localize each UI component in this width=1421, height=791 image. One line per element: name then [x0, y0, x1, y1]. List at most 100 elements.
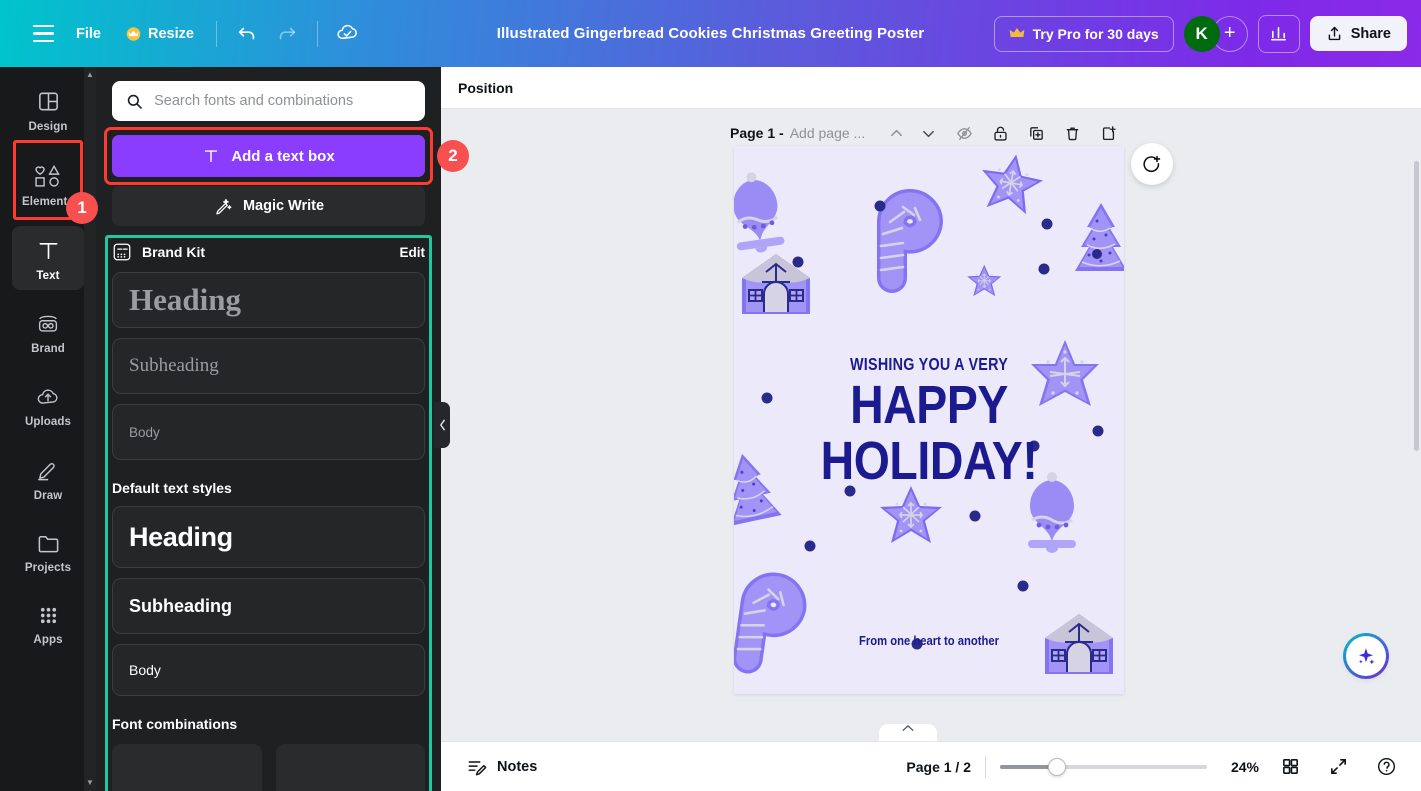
help-circle-icon: [1376, 756, 1397, 777]
rail-item-projects[interactable]: Projects: [12, 520, 84, 582]
brand-icon: [35, 312, 61, 336]
position-toolbar: Position: [441, 67, 1421, 109]
add-text-box-button[interactable]: Add a text box: [112, 135, 425, 177]
share-button[interactable]: Share: [1310, 16, 1407, 51]
collaborators: K +: [1184, 16, 1248, 52]
resize-label: Resize: [148, 26, 194, 42]
rail-scrollbar[interactable]: ▲ ▼: [84, 67, 96, 791]
add-comment-button[interactable]: [1131, 143, 1173, 185]
brand-kit-section: Brand Kit Edit Heading Subheading Body D…: [112, 242, 425, 791]
chevron-up-icon[interactable]: ▲: [86, 71, 94, 79]
bottom-toolbar: Notes Page 1 / 2 24%: [441, 741, 1421, 791]
magic-studio-button[interactable]: [1346, 636, 1386, 676]
poster-line-3[interactable]: HOLIDAY!: [761, 434, 1096, 489]
zoom-slider-knob[interactable]: [1048, 758, 1066, 776]
font-combination-card-1[interactable]: FIVE TIPS: [112, 744, 262, 791]
rail-label-apps: Apps: [33, 634, 62, 646]
annotation-badge-1: 1: [66, 192, 98, 224]
avatar[interactable]: K: [1184, 16, 1220, 52]
magic-write-button[interactable]: Magic Write: [112, 186, 425, 226]
lock-page-button[interactable]: [985, 118, 1015, 148]
canvas-vertical-scrollbar[interactable]: [1414, 161, 1419, 451]
shapes-icon: [34, 163, 62, 189]
brand-kit-header: Brand Kit Edit: [112, 242, 425, 262]
font-combination-card-2[interactable]: POWER: [276, 744, 426, 791]
magic-sparkles-icon: [1355, 645, 1377, 667]
notes-icon: [467, 757, 487, 777]
add-page-icon: [1100, 125, 1117, 142]
grid-view-button[interactable]: [1273, 750, 1307, 784]
add-page-button[interactable]: [1093, 118, 1123, 148]
canva-editor-window: File Resize: [0, 0, 1421, 791]
delete-page-button[interactable]: [1057, 118, 1087, 148]
font-combinations-grid: FIVE TIPS POWER: [112, 744, 425, 791]
pen-icon: [36, 458, 61, 483]
hamburger-icon[interactable]: [22, 13, 64, 55]
rail-item-brand[interactable]: Brand: [12, 300, 84, 363]
left-rail: Design Elements Text Brand: [0, 67, 96, 791]
page-title: Page 1 -: [730, 125, 784, 141]
collapse-panel-button[interactable]: [434, 402, 450, 448]
resize-button[interactable]: Resize: [113, 18, 206, 50]
page-subtitle[interactable]: Add page ...: [790, 125, 866, 141]
default-style-body[interactable]: Body: [112, 644, 425, 696]
position-button[interactable]: Position: [458, 80, 513, 96]
notes-button[interactable]: Notes: [459, 750, 545, 784]
try-pro-label: Try Pro for 30 days: [1033, 26, 1159, 42]
scroll-pages-up-button[interactable]: [879, 724, 937, 741]
fullscreen-button[interactable]: [1321, 750, 1355, 784]
poster-line-1[interactable]: WISHING YOU A VERY: [769, 354, 1089, 375]
default-style-heading[interactable]: Heading: [112, 506, 425, 568]
brand-style-body[interactable]: Body: [112, 404, 425, 460]
bottom-toolbar-right: Page 1 / 2 24%: [906, 750, 1403, 784]
expand-icon: [1329, 757, 1348, 776]
top-toolbar: File Resize: [0, 0, 1421, 67]
rail-item-apps[interactable]: Apps: [12, 592, 84, 654]
bar-chart-icon[interactable]: [1258, 15, 1300, 53]
brand-kit-edit-button[interactable]: Edit: [400, 245, 426, 260]
hide-page-icon: [956, 125, 973, 142]
zoom-slider[interactable]: [1000, 759, 1207, 775]
try-pro-button[interactable]: Try Pro for 30 days: [994, 16, 1174, 52]
search-input[interactable]: [154, 93, 411, 109]
help-button[interactable]: [1369, 750, 1403, 784]
chevron-left-icon: [439, 419, 446, 431]
chevron-down-icon[interactable]: ▼: [86, 779, 94, 787]
brand-style-heading[interactable]: Heading: [112, 272, 425, 328]
default-style-subheading[interactable]: Subheading: [112, 578, 425, 634]
text-t-icon: [202, 147, 220, 165]
brand-style-subheading[interactable]: Subheading: [112, 338, 425, 394]
cloud-saved-icon[interactable]: [328, 14, 368, 54]
search-icon: [126, 92, 143, 111]
move-page-up-button[interactable]: [881, 118, 911, 148]
page-count-label: Page 1 / 2: [906, 759, 971, 775]
rail-item-draw[interactable]: Draw: [12, 446, 84, 510]
poster-line-4[interactable]: From one heart to another: [754, 634, 1105, 648]
file-menu-label: File: [76, 26, 101, 42]
rail-label-brand: Brand: [31, 343, 65, 355]
font-combinations-label: Font combinations: [112, 716, 425, 732]
text-panel: Add a text box Magic Write: [96, 67, 441, 791]
brand-style-subheading-label: Subheading: [129, 355, 219, 377]
move-page-down-button[interactable]: [913, 118, 943, 148]
design-poster-page-1[interactable]: WISHING YOU A VERY HAPPY HOLIDAY! From o…: [734, 146, 1124, 694]
add-text-box-wrapper: Add a text box: [112, 135, 425, 177]
rail-label-text: Text: [36, 270, 59, 282]
duplicate-page-button[interactable]: [1021, 118, 1051, 148]
poster-line-2[interactable]: HAPPY: [761, 378, 1096, 433]
brand-style-heading-label: Heading: [129, 282, 241, 318]
brand-kit-icon: [112, 242, 132, 262]
rail-item-uploads[interactable]: Uploads: [12, 373, 84, 436]
search-fonts-box[interactable]: [112, 81, 425, 121]
undo-icon[interactable]: [227, 14, 267, 54]
layout-icon: [36, 89, 61, 114]
upload-cloud-icon: [35, 385, 61, 409]
redo-icon[interactable]: [267, 14, 307, 54]
rail-item-design[interactable]: Design: [12, 77, 84, 141]
hide-page-button[interactable]: [949, 118, 979, 148]
toolbar-divider-2: [317, 21, 318, 47]
file-menu-button[interactable]: File: [64, 18, 113, 50]
magic-write-label: Magic Write: [243, 198, 324, 214]
rail-item-text[interactable]: Text: [12, 226, 84, 290]
canvas-area[interactable]: Page 1 - Add page ...: [441, 109, 1421, 741]
